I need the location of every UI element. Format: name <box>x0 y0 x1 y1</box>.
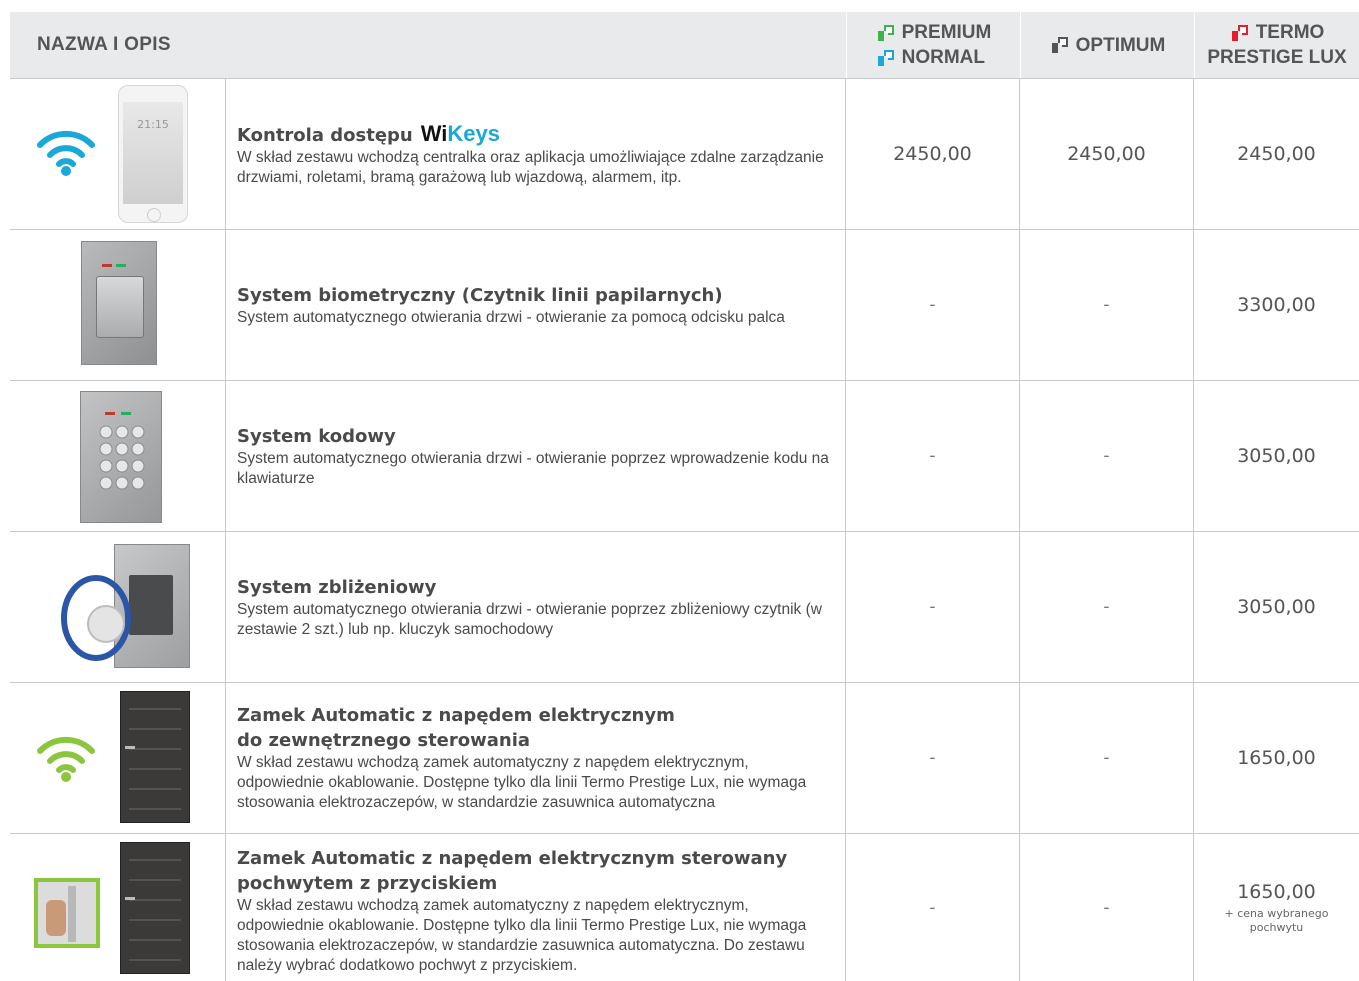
wikeys-logo: WiKeys <box>420 120 501 146</box>
price-premium-normal: - <box>846 834 1020 981</box>
row-description: Kontrola dostępu WiKeys W skład zestawu w… <box>227 79 846 229</box>
price-termo-prestige-lux: 3050,00 <box>1237 596 1316 618</box>
header-optimum-label: OPTIMUM <box>1075 34 1166 56</box>
header-name-label: NAZWA I OPIS <box>37 34 171 55</box>
row-title-line: pochwytem z przyciskiem <box>237 873 498 894</box>
row-title: System kodowy <box>237 425 396 447</box>
premium-logo-icon <box>877 24 894 41</box>
table-row: Zamek Automatic z napędem elektrycznym s… <box>10 834 1359 981</box>
row-title: Kontrola dostępu WiKeys <box>237 120 501 146</box>
header-normal-label: NORMAL <box>901 47 986 68</box>
phone-time: 21:15 <box>137 118 169 131</box>
wifi-blue-icon <box>37 130 95 176</box>
optimum-logo-icon <box>1051 37 1068 53</box>
smartphone-image: 21:15 <box>118 85 188 223</box>
price-optimum: - <box>1020 381 1194 531</box>
door-image <box>120 842 190 974</box>
keypad-buttons <box>99 425 145 490</box>
price-premium-normal: 2450,00 <box>846 79 1020 229</box>
row-image-cell <box>10 834 226 981</box>
row-desc-text: W skład zestawu wchodzą zamek automatycz… <box>237 897 807 974</box>
row-title-line: Zamek Automatic z napędem elektrycznym s… <box>237 848 788 869</box>
price-optimum: 2450,00 <box>1020 79 1194 229</box>
header-prestige-lux-label: PRESTIGE LUX <box>1207 47 1347 68</box>
normal-logo-icon <box>877 49 894 66</box>
row-description: System biometryczny (Czytnik linii papil… <box>227 230 846 380</box>
price-termo-prestige-lux: 2450,00 <box>1237 143 1316 165</box>
table-row: Zamek Automatic z napędem elektrycznym d… <box>10 683 1359 834</box>
row-desc-text: W skład zestawu wchodzą zamek automatycz… <box>237 754 807 811</box>
row-title: System zbliżeniowy <box>237 576 437 598</box>
price-note: + cena wybranego pochwytu <box>1224 906 1329 934</box>
price-termo-prestige-lux: 1650,00 + cena wybranego pochwytu <box>1194 834 1359 981</box>
price-termo-prestige-lux: 3300,00 <box>1237 294 1316 316</box>
row-desc-text: System automatycznego otwierania drzwi -… <box>237 600 822 638</box>
row-description: Zamek Automatic z napędem elektrycznym s… <box>227 834 846 981</box>
row-desc-text: W skład zestawu wchodzą centralka oraz a… <box>237 148 824 186</box>
row-image-cell <box>10 230 226 380</box>
price-optimum: - <box>1020 683 1194 833</box>
price-optimum: - <box>1020 532 1194 682</box>
row-image-cell <box>10 683 226 833</box>
price-termo-prestige-lux: 1650,00 <box>1237 747 1316 769</box>
handle-button-image <box>34 878 100 948</box>
price-termo-prestige-lux: 3050,00 <box>1237 445 1316 467</box>
price-premium-normal: - <box>846 532 1020 682</box>
header-optimum: OPTIMUM <box>1020 12 1194 78</box>
header-premium-normal: PREMIUM NORMAL <box>846 12 1020 78</box>
table-row: System kodowy System automatycznego otwi… <box>10 381 1359 532</box>
key-fob-icon <box>61 575 131 661</box>
price-premium-normal: - <box>846 230 1020 380</box>
table-header: NAZWA I OPIS PREMIUM NORMAL OPTIMUM TERM… <box>10 12 1359 79</box>
row-image-cell <box>10 532 226 682</box>
header-termo-label: TERMO <box>1255 22 1325 43</box>
fingerprint-reader-image <box>81 241 157 365</box>
row-description: System kodowy System automatycznego otwi… <box>227 381 846 531</box>
row-image-cell: 21:15 <box>10 79 226 229</box>
row-description: System zbliżeniowy System automatycznego… <box>227 532 846 682</box>
wifi-green-icon <box>37 736 95 782</box>
phone-home-button <box>147 208 161 222</box>
row-desc-text: System automatycznego otwierania drzwi -… <box>237 449 829 487</box>
row-title-line: do zewnętrznego sterowania <box>237 730 531 751</box>
header-premium-label: PREMIUM <box>901 22 992 43</box>
header-name-column: NAZWA I OPIS <box>10 12 846 78</box>
keypad-image <box>80 391 162 523</box>
row-title-line: Zamek Automatic z napędem elektrycznym <box>237 705 675 726</box>
header-termo-prestige-lux: TERMO PRESTIGE LUX <box>1194 12 1359 78</box>
table-row: System biometryczny (Czytnik linii papil… <box>10 230 1359 381</box>
price-premium-normal: - <box>846 683 1020 833</box>
price-optimum: - <box>1020 230 1194 380</box>
row-image-cell <box>10 381 226 531</box>
row-desc-text: System automatycznego otwierania drzwi -… <box>237 308 785 326</box>
door-image <box>120 691 190 823</box>
price-optimum: - <box>1020 834 1194 981</box>
termo-logo-icon <box>1231 24 1248 41</box>
table-row: System zbliżeniowy System automatycznego… <box>10 532 1359 683</box>
row-description: Zamek Automatic z napędem elektrycznym d… <box>227 683 846 833</box>
phone-screen: 21:15 <box>123 102 183 204</box>
row-title: System biometryczny (Czytnik linii papil… <box>237 284 723 306</box>
table-row: 21:15 Kontrola dostępu WiKeys W skład zes… <box>10 79 1359 230</box>
price-premium-normal: - <box>846 381 1020 531</box>
